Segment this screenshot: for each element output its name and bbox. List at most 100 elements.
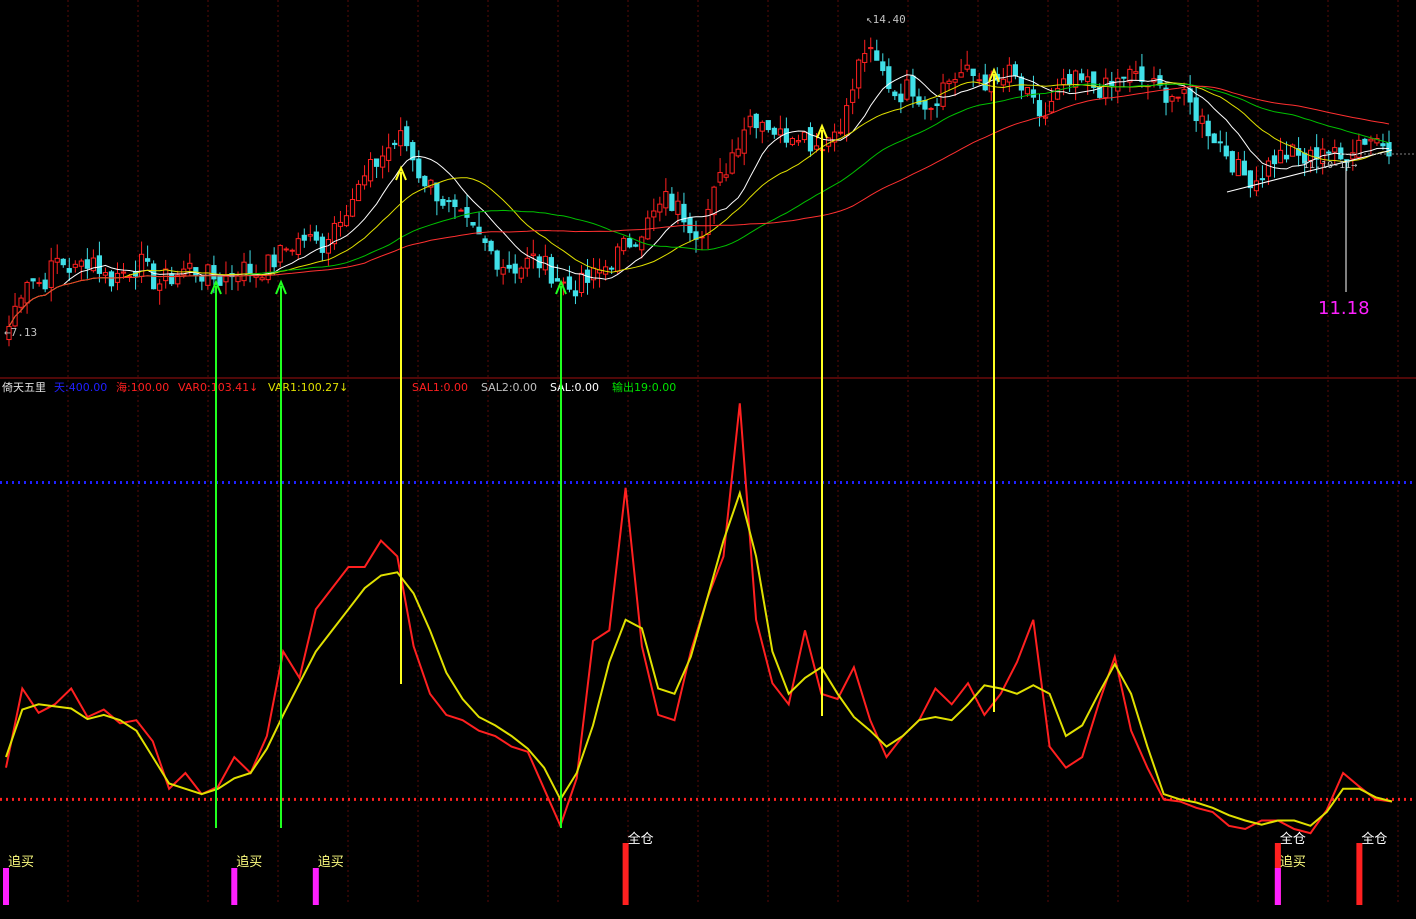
candle [892,91,898,97]
candle [1247,170,1253,189]
candle [868,47,874,50]
candle [416,158,422,179]
candle [1066,73,1073,85]
candle [72,263,78,268]
candle [265,254,271,281]
candle [753,113,759,129]
candle [651,210,657,218]
candle [964,64,970,70]
signal-label: 追买 [236,854,262,870]
candle [1368,138,1374,142]
candle [669,193,675,211]
candle [1030,89,1037,98]
candle [916,96,922,105]
candle [1079,73,1085,81]
stock-chart[interactable]: 倚天五里 天:400.00 海:100.00 VAR0:103.41↓ VAR1:10… [0,0,1416,919]
candle [1006,64,1012,83]
candle [217,274,223,286]
candle [976,79,982,82]
candle [621,237,627,252]
candle [48,260,54,288]
candle [199,275,205,282]
candle [512,263,518,274]
candle [102,272,109,276]
candle [157,283,163,291]
candle [187,262,193,269]
candle [844,105,850,137]
candle [349,199,356,217]
candle [24,281,30,304]
candle [874,50,880,61]
candle [789,138,796,145]
candle [922,100,928,110]
candle [765,120,771,131]
candle [856,59,862,89]
candle [1253,180,1260,192]
candle [1139,66,1145,82]
candle [566,276,573,290]
candle [1115,77,1121,92]
legend-item: SAL1:0.00 [412,381,468,394]
candle [741,129,747,154]
candle [96,255,103,274]
candle [1193,97,1199,122]
candle [838,131,844,134]
candle [36,282,42,285]
candle [705,208,711,235]
candle [211,265,217,280]
candle [120,271,127,274]
candle [313,231,319,241]
candle [850,89,856,103]
indicator-title: 倚天五里 [2,381,46,394]
candle [928,107,934,110]
candle [259,277,265,281]
low-price-marker: ←7.13 [4,326,37,339]
candle [609,267,615,270]
candle [1235,158,1241,177]
candle [524,257,530,269]
signal-bar [312,868,319,905]
candle [735,148,741,157]
candle [1042,116,1049,119]
legend-item: VAR0:103.41↓ [178,381,258,394]
candle [777,128,783,136]
candle [494,250,500,270]
candle [801,131,808,141]
candle [880,61,886,72]
candle [548,257,554,284]
high-price-marker: ↖14.40 [866,13,906,26]
candle [862,53,868,63]
chart-background [0,0,1416,919]
signal-label: 追买 [1280,854,1306,870]
candle [729,152,735,174]
candle [946,80,952,85]
candle [1012,64,1018,77]
candle [1024,87,1031,95]
candle [1277,149,1284,164]
candle [367,158,374,182]
candle [940,82,946,107]
candle [355,183,362,202]
signal-bar [231,868,238,905]
candle [663,191,669,209]
candle [813,145,820,150]
candle [1018,76,1025,91]
signal-label: 全仓 [1361,831,1387,847]
candle [970,68,976,77]
candle [470,222,476,226]
candle [530,253,536,256]
candle [145,258,151,262]
candle [633,244,639,247]
candle [554,278,560,282]
candle [1332,147,1338,153]
candle [1169,96,1175,102]
signal-bar [1356,843,1363,905]
candle [717,172,723,183]
legend-item: 输出19:0.00 [612,380,676,394]
candle [1362,138,1368,145]
candle [1259,178,1266,181]
candle [271,254,277,268]
candle [952,79,958,83]
candle [958,72,964,78]
candle [615,246,621,272]
